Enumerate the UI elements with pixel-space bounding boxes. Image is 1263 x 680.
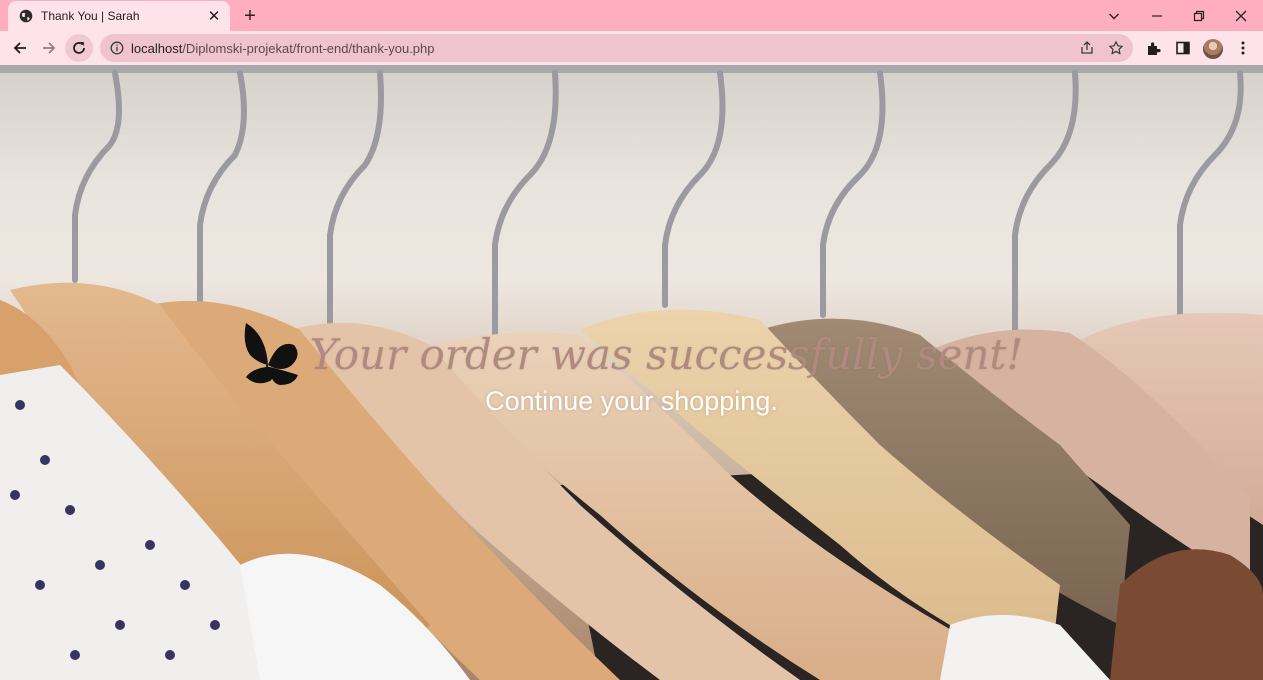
restore-icon[interactable] (1177, 0, 1221, 31)
forward-button[interactable] (35, 34, 63, 62)
side-panel-icon[interactable] (1175, 40, 1191, 56)
close-window-icon[interactable] (1219, 0, 1263, 31)
tab-title: Thank You | Sarah (41, 9, 140, 23)
reload-icon (73, 41, 85, 54)
share-icon[interactable] (1079, 40, 1095, 56)
minimize-icon[interactable] (1135, 0, 1179, 31)
tab-strip: Thank You | Sarah ✕ + (0, 0, 1263, 31)
globe-icon (19, 9, 33, 23)
success-message: Your order was successfully sent! Contin… (0, 321, 1263, 417)
bookmark-star-icon[interactable] (1108, 40, 1124, 56)
extensions-icon[interactable] (1146, 40, 1162, 56)
continue-shopping-text[interactable]: Continue your shopping. (0, 386, 1263, 417)
url-host: localhost (131, 41, 183, 56)
browser-toolbar: localhost/Diplomski-projekat/front-end/t… (0, 31, 1263, 65)
reload-button[interactable] (65, 34, 93, 62)
browser-window: Thank You | Sarah ✕ + localhost/Diplomsk… (0, 0, 1263, 680)
close-tab-icon[interactable]: ✕ (206, 8, 222, 24)
tab-search-icon[interactable] (1092, 0, 1136, 31)
thank-you-page: Your order was successfully sent! Contin… (0, 65, 1263, 680)
headline-row: Your order was successfully sent! (240, 321, 1024, 387)
butterfly-icon (244, 323, 298, 385)
info-icon[interactable] (110, 41, 124, 55)
back-button[interactable] (6, 34, 34, 62)
tab-thank-you[interactable]: Thank You | Sarah ✕ (8, 1, 230, 31)
arrow-left-icon (13, 42, 26, 54)
success-headline: Your order was successfully sent! (309, 329, 1024, 379)
url-path: /Diplomski-projekat/front-end/thank-you.… (182, 41, 435, 56)
address-bar[interactable]: localhost/Diplomski-projekat/front-end/t… (100, 34, 1133, 62)
menu-kebab-icon[interactable] (1235, 40, 1251, 56)
profile-avatar[interactable] (1203, 39, 1223, 59)
address-url[interactable]: localhost/Diplomski-projekat/front-end/t… (131, 41, 435, 56)
new-tab-button[interactable]: + (238, 5, 262, 27)
arrow-right-icon (43, 42, 56, 54)
